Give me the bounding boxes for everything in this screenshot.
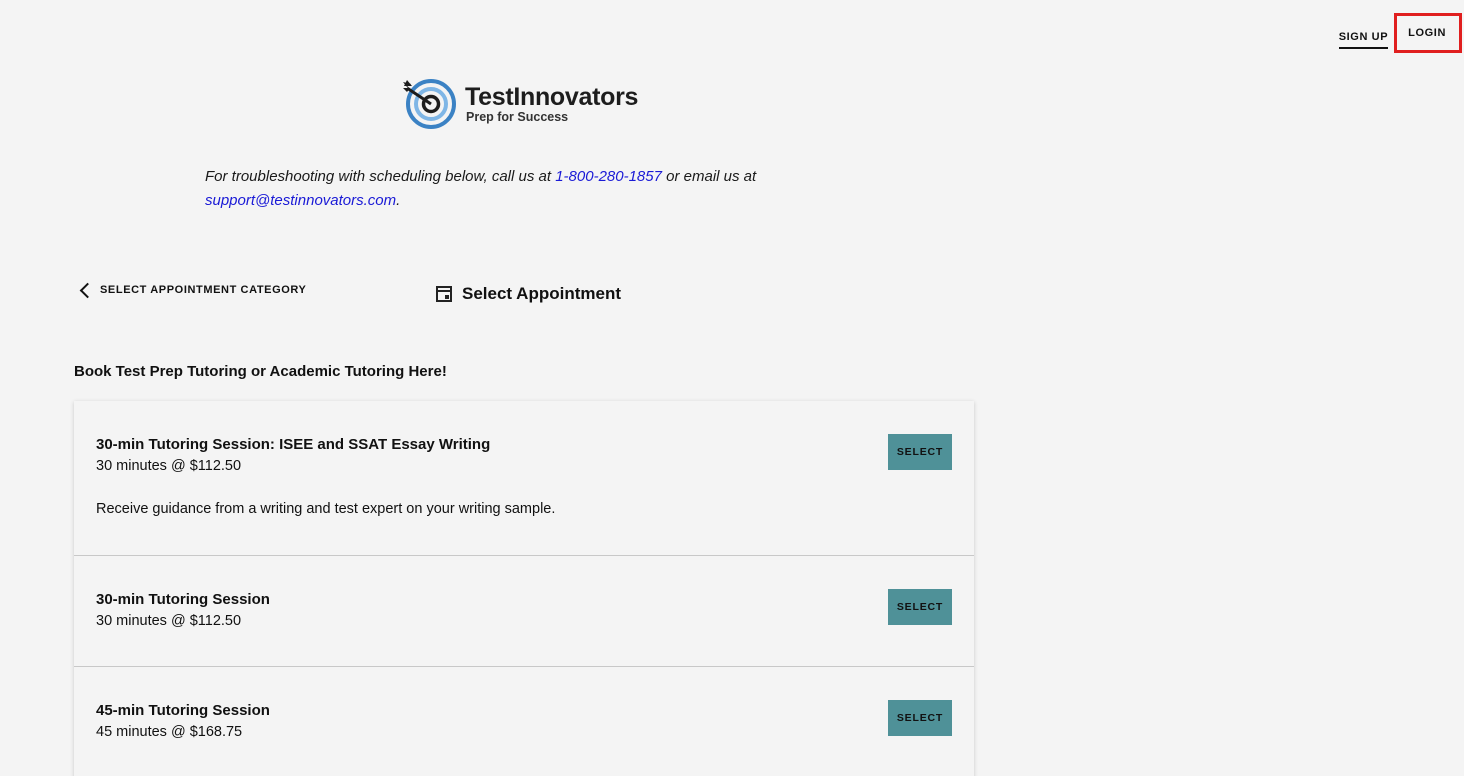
appointment-price: 45 minutes @ $168.75 (96, 724, 243, 740)
appointment-description: Receive guidance from a writing and test… (96, 501, 556, 517)
appointment-card: 45-min Tutoring Session 45 minutes @ $16… (74, 667, 974, 776)
login-link[interactable]: LOGIN (1394, 13, 1462, 53)
support-notice: For troubleshooting with scheduling belo… (205, 165, 805, 213)
brand-tagline: Prep for Success (466, 110, 569, 124)
select-button[interactable]: SELECT (888, 700, 952, 736)
appointment-price: 30 minutes @ $112.50 (96, 613, 242, 629)
appointment-title: 30-min Tutoring Session (96, 591, 270, 608)
page: SIGN UP LOGIN TestInnovators Prep for Su… (0, 0, 1464, 776)
appointment-card: 30-min Tutoring Session: ISEE and SSAT E… (74, 401, 974, 556)
calendar-icon (436, 286, 452, 302)
phone-link[interactable]: 1-800-280-1857 (555, 168, 662, 185)
top-nav: SIGN UP LOGIN (1338, 13, 1462, 53)
notice-prefix: For troubleshooting with scheduling belo… (205, 168, 556, 185)
appointment-title: 45-min Tutoring Session (96, 702, 270, 719)
email-link[interactable]: support@testinnovators.com (205, 192, 396, 209)
select-button[interactable]: SELECT (888, 589, 952, 625)
appointment-card: 30-min Tutoring Session 30 minutes @ $11… (74, 556, 974, 667)
appointment-price: 30 minutes @ $112.50 (96, 458, 242, 474)
section-title-text: Select Appointment (462, 284, 621, 303)
back-label: SELECT APPOINTMENT CATEGORY (100, 284, 307, 296)
back-to-category-link[interactable]: SELECT APPOINTMENT CATEGORY (79, 282, 307, 298)
notice-middle: or email us at (661, 168, 757, 185)
notice-suffix: . (396, 192, 401, 209)
select-button[interactable]: SELECT (888, 434, 952, 470)
book-heading: Book Test Prep Tutoring or Academic Tuto… (74, 363, 447, 380)
signup-link[interactable]: SIGN UP (1338, 18, 1389, 49)
section-title: Select Appointment (436, 284, 621, 304)
appointment-title: 30-min Tutoring Session: ISEE and SSAT E… (96, 436, 491, 453)
chevron-left-icon (79, 282, 96, 298)
brand-name: TestInnovators (465, 83, 639, 111)
brand-text: TestInnovators Prep for Success (465, 84, 638, 124)
brand-logo[interactable]: TestInnovators Prep for Success (401, 78, 638, 130)
target-arrow-icon (401, 78, 459, 130)
appointment-list: 30-min Tutoring Session: ISEE and SSAT E… (74, 401, 974, 776)
